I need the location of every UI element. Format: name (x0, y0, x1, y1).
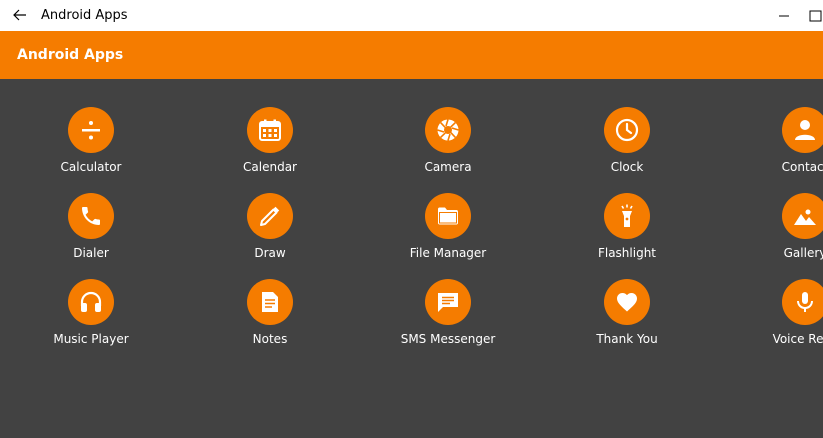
app-icon-circle (68, 279, 114, 325)
document-icon (262, 292, 278, 312)
phone-icon (82, 207, 100, 225)
divide-icon (82, 121, 100, 140)
app-grid: Calculator Calendar Camera Clock Contac … (0, 79, 823, 438)
clock-icon (615, 118, 639, 142)
image-icon (794, 209, 816, 225)
person-icon (795, 120, 815, 140)
minimize-icon[interactable] (774, 5, 794, 25)
app-tile-flashlight[interactable]: Flashlight (562, 193, 692, 273)
app-label: Notes (252, 332, 288, 346)
app-label: Gallery (783, 246, 823, 260)
maximize-icon[interactable] (805, 5, 823, 25)
app-icon-circle (425, 107, 471, 153)
app-bar-title: Android Apps (17, 47, 124, 63)
folder-icon (438, 207, 458, 225)
app-label: File Manager (409, 246, 487, 260)
app-label: Clock (610, 160, 644, 174)
app-icon-circle (68, 107, 114, 153)
app-label: Thank You (596, 332, 658, 346)
app-tile-calculator[interactable]: Calculator (26, 107, 156, 187)
app-tile-thank-you[interactable]: Thank You (562, 279, 692, 359)
app-icon-circle (782, 107, 823, 153)
camera-aperture-icon (437, 119, 459, 141)
app-tile-sms-messenger[interactable]: SMS Messenger (383, 279, 513, 359)
app-icon-circle (247, 107, 293, 153)
app-tile-file-manager[interactable]: File Manager (383, 193, 513, 273)
app-icon-circle (68, 193, 114, 239)
app-bar: Android Apps (0, 31, 823, 79)
app-label: Dialer (73, 246, 109, 260)
pencil-icon (260, 206, 280, 226)
app-label: Camera (424, 160, 472, 174)
app-icon-circle (604, 279, 650, 325)
app-icon-circle (782, 279, 823, 325)
headphones-icon (80, 291, 102, 312)
app-label: Draw (254, 246, 286, 260)
app-icon-circle (782, 193, 823, 239)
heart-icon (617, 293, 637, 312)
app-label: Flashlight (597, 246, 657, 260)
microphone-icon (797, 292, 813, 312)
title-bar: Android Apps (0, 0, 823, 31)
app-tile-gallery[interactable]: Gallery (740, 193, 823, 273)
app-icon-circle (247, 279, 293, 325)
app-label: Voice Reco (772, 332, 823, 346)
app-tile-draw[interactable]: Draw (205, 193, 335, 273)
app-icon-circle (425, 279, 471, 325)
app-tile-contact[interactable]: Contact (740, 107, 823, 187)
back-arrow-icon[interactable] (10, 5, 30, 25)
app-icon-circle (247, 193, 293, 239)
app-label: SMS Messenger (400, 332, 496, 346)
window-title: Android Apps (41, 8, 128, 23)
app-tile-calendar[interactable]: Calendar (205, 107, 335, 187)
app-icon-circle (604, 193, 650, 239)
app-icon-circle (604, 107, 650, 153)
flashlight-icon (621, 204, 633, 227)
app-tile-notes[interactable]: Notes (205, 279, 335, 359)
app-icon-circle (425, 193, 471, 239)
app-tile-camera[interactable]: Camera (383, 107, 513, 187)
calendar-icon (259, 119, 281, 141)
app-tile-music-player[interactable]: Music Player (26, 279, 156, 359)
app-label: Music Player (53, 332, 129, 346)
app-label: Contact (781, 160, 823, 174)
app-label: Calendar (243, 160, 297, 174)
app-tile-dialer[interactable]: Dialer (26, 193, 156, 273)
message-icon (438, 293, 458, 312)
app-label: Calculator (60, 160, 122, 174)
app-tile-voice-recorder[interactable]: Voice Reco (740, 279, 823, 359)
app-tile-clock[interactable]: Clock (562, 107, 692, 187)
